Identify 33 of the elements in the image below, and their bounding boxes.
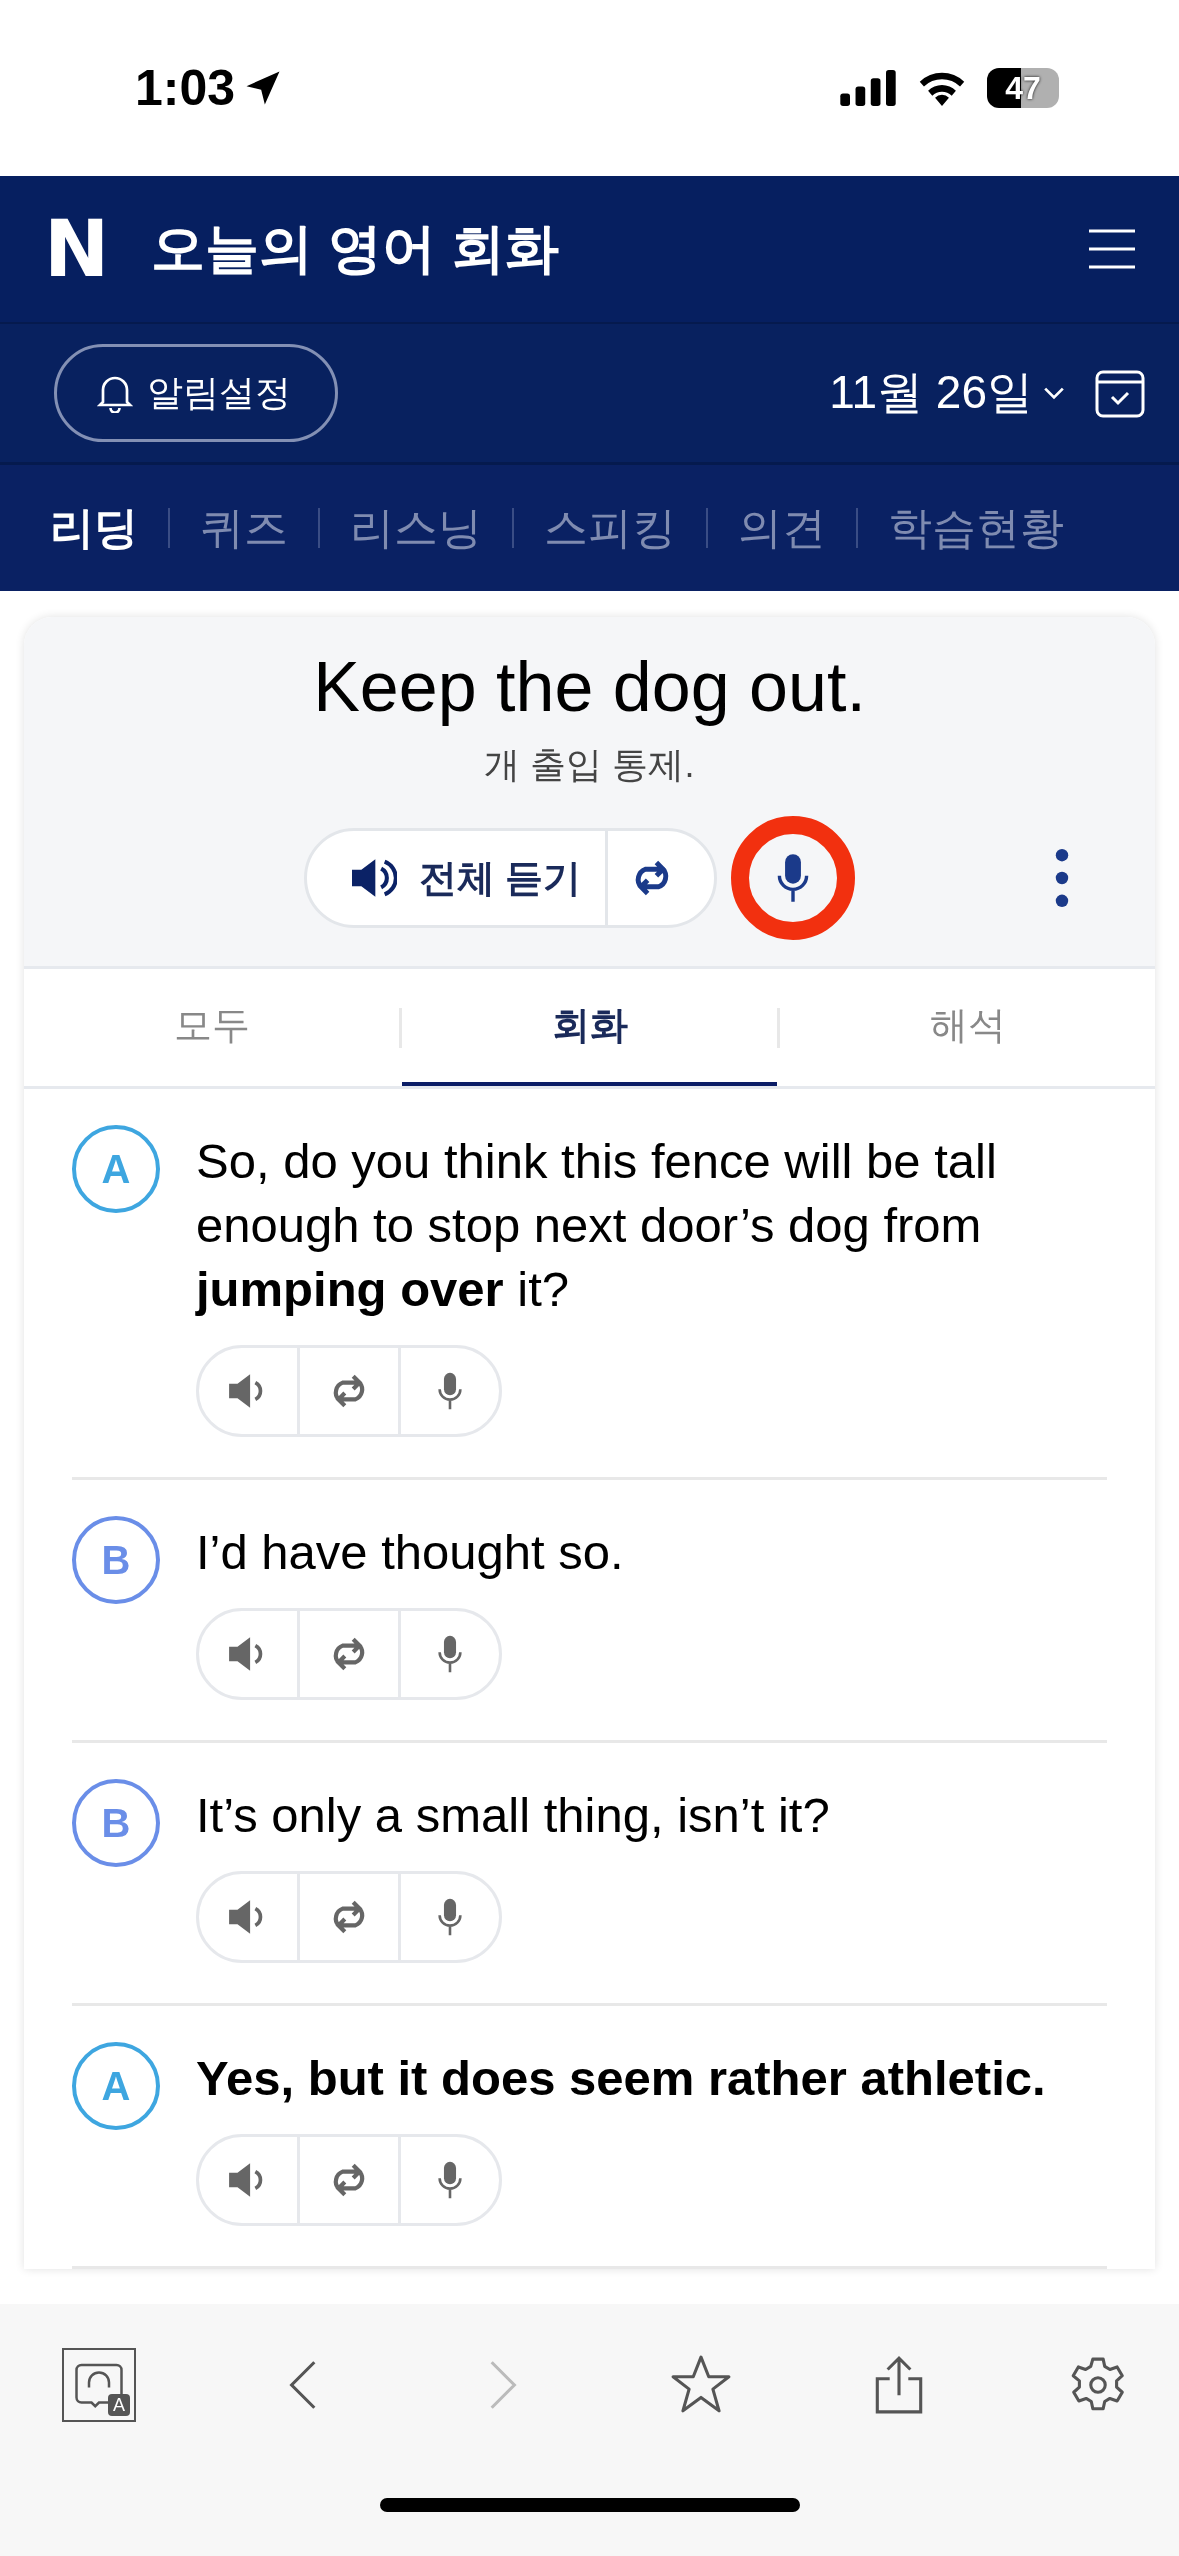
date-selector[interactable]: 11월 26일 bbox=[829, 362, 1065, 424]
speaker-badge: A bbox=[72, 1125, 160, 1213]
nav-tab[interactable]: 스피킹 bbox=[544, 498, 676, 558]
app-icon[interactable]: A bbox=[62, 2348, 136, 2422]
view-tab[interactable]: 회화 bbox=[402, 969, 777, 1086]
listen-all-button[interactable]: 전체 듣기 bbox=[306, 831, 609, 925]
status-time: 1:03 bbox=[135, 59, 236, 117]
lesson-title: Keep the dog out. bbox=[313, 647, 866, 727]
microphone-button[interactable] bbox=[731, 816, 856, 940]
view-tab[interactable]: 해석 bbox=[780, 969, 1155, 1086]
dialogue-text: So, do you think this fence will be tall enough to stop next door’s dog from jumping over it? bbox=[196, 1133, 998, 1318]
nav-tab[interactable]: 리딩 bbox=[50, 498, 138, 558]
dialogue-text: Yes, but it does seem rather athletic. bbox=[196, 2050, 1047, 2107]
view-tab[interactable]: 모두 bbox=[24, 969, 399, 1086]
dialogue-text: I’d have thought so. bbox=[196, 1524, 625, 1581]
calendar-icon[interactable] bbox=[1095, 368, 1145, 418]
speaker-badge: B bbox=[72, 1779, 160, 1867]
signal-icon bbox=[839, 70, 897, 106]
nav-tab[interactable]: 학습현황 bbox=[888, 498, 1064, 558]
nav-tab[interactable]: 퀴즈 bbox=[200, 498, 288, 558]
app-logo: N bbox=[44, 204, 110, 294]
microphone-icon bbox=[776, 853, 811, 903]
dialogue-text: It’s only a small thing, isn’t it? bbox=[196, 1787, 831, 1844]
alarm-settings-button[interactable]: 알림설정 bbox=[54, 344, 338, 442]
caret-icon bbox=[1043, 386, 1065, 400]
menu-icon[interactable] bbox=[1089, 229, 1135, 269]
lesson-translation: 개 출입 통제. bbox=[484, 743, 695, 787]
app-title: 오늘의 영어 회화 bbox=[151, 216, 561, 280]
speaker-badge: A bbox=[72, 2042, 160, 2130]
nav-tab[interactable]: 의견 bbox=[738, 498, 826, 558]
more-options-icon[interactable] bbox=[1055, 849, 1069, 907]
speaker-badge: B bbox=[72, 1516, 160, 1604]
nav-tab[interactable]: 리스닝 bbox=[350, 498, 482, 558]
